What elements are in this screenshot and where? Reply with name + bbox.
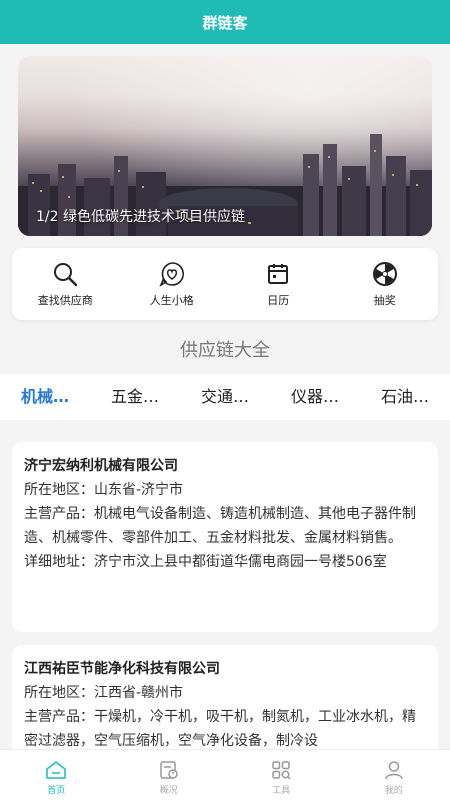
tab-hardware[interactable]: 五金… bbox=[90, 374, 180, 420]
address-value: 济宁市汶上县中都街道华儒电商园一号楼506室 bbox=[94, 554, 387, 570]
banner-carousel[interactable]: 1/2 绿色低碳先进技术项目供应链 bbox=[18, 56, 432, 236]
quick-action-find-supplier[interactable]: 查找供应商 bbox=[12, 248, 119, 320]
nav-label: 首页 bbox=[47, 786, 66, 796]
tab-transport[interactable]: 交通… bbox=[180, 374, 270, 420]
section-title: 供应链大全 bbox=[180, 340, 270, 361]
nav-overview[interactable]: 概况 bbox=[113, 750, 226, 800]
company-address: 详细地址：济宁市汶上县中都街道华儒电商园一号楼506室 bbox=[24, 550, 426, 574]
tab-petroleum[interactable]: 石油… bbox=[360, 374, 450, 420]
bottom-nav: 首页 概况 工具 我的 bbox=[0, 749, 450, 800]
nav-tools[interactable]: 工具 bbox=[225, 750, 338, 800]
quick-action-lottery[interactable]: 抽奖 bbox=[332, 248, 439, 320]
nav-label: 概况 bbox=[159, 786, 178, 796]
company-products: 主营产品：干燥机，冷干机，吸干机，制氮机，工业冰水机，精密过滤器，空气压缩机，空… bbox=[24, 705, 426, 753]
calendar-icon bbox=[268, 264, 289, 284]
category-tabs: 机械… 五金… 交通… 仪器… 石油… bbox=[0, 374, 450, 420]
company-products: 主营产品：机械电气设备制造、铸造机械制造、其他电子器件制造、机械零件、零部件加工… bbox=[24, 502, 426, 550]
region-value: 山东省-济宁市 bbox=[94, 482, 184, 498]
quick-action-label: 查找供应商 bbox=[37, 294, 93, 307]
tools-icon bbox=[272, 761, 291, 780]
company-name: 济宁宏纳利机械有限公司 bbox=[24, 458, 178, 474]
company-name: 江西祐臣节能净化科技有限公司 bbox=[24, 661, 220, 677]
products-label: 主营产品： bbox=[24, 709, 94, 725]
nav-label: 我的 bbox=[384, 786, 403, 796]
company-region: 所在地区：江西省-赣州市 bbox=[24, 681, 426, 705]
company-region: 所在地区：山东省-济宁市 bbox=[24, 478, 426, 502]
quick-action-label: 日历 bbox=[267, 294, 290, 307]
tab-machinery[interactable]: 机械… bbox=[0, 374, 90, 420]
overview-icon bbox=[160, 761, 178, 779]
nav-profile[interactable]: 我的 bbox=[338, 750, 450, 800]
app-title: 群链客 bbox=[202, 13, 248, 32]
app-header: 群链客 bbox=[0, 0, 450, 44]
quick-action-life[interactable]: 人生小格 bbox=[119, 248, 226, 320]
lottery-wheel-icon bbox=[372, 262, 397, 286]
region-value: 江西省-赣州市 bbox=[94, 685, 184, 701]
search-icon bbox=[54, 263, 78, 287]
banner-caption: 1/2 绿色低碳先进技术项目供应链 bbox=[36, 209, 245, 225]
address-label: 详细地址： bbox=[24, 554, 94, 570]
quick-action-label: 抽奖 bbox=[373, 294, 396, 307]
heart-chat-icon bbox=[159, 262, 184, 287]
company-card[interactable]: 济宁宏纳利机械有限公司 所在地区：山东省-济宁市 主营产品：机械电气设备制造、铸… bbox=[12, 442, 438, 632]
nav-home[interactable]: 首页 bbox=[0, 750, 113, 800]
region-label: 所在地区： bbox=[24, 685, 94, 701]
quick-action-calendar[interactable]: 日历 bbox=[225, 248, 332, 320]
user-icon bbox=[385, 761, 403, 780]
tab-instruments[interactable]: 仪器… bbox=[270, 374, 360, 420]
quick-action-label: 人生小格 bbox=[149, 294, 194, 307]
home-icon bbox=[46, 761, 66, 779]
nav-label: 工具 bbox=[272, 786, 291, 796]
region-label: 所在地区： bbox=[24, 482, 94, 498]
quick-actions: 查找供应商 人生小格 日历 抽奖 bbox=[12, 248, 438, 320]
products-label: 主营产品： bbox=[24, 506, 94, 522]
